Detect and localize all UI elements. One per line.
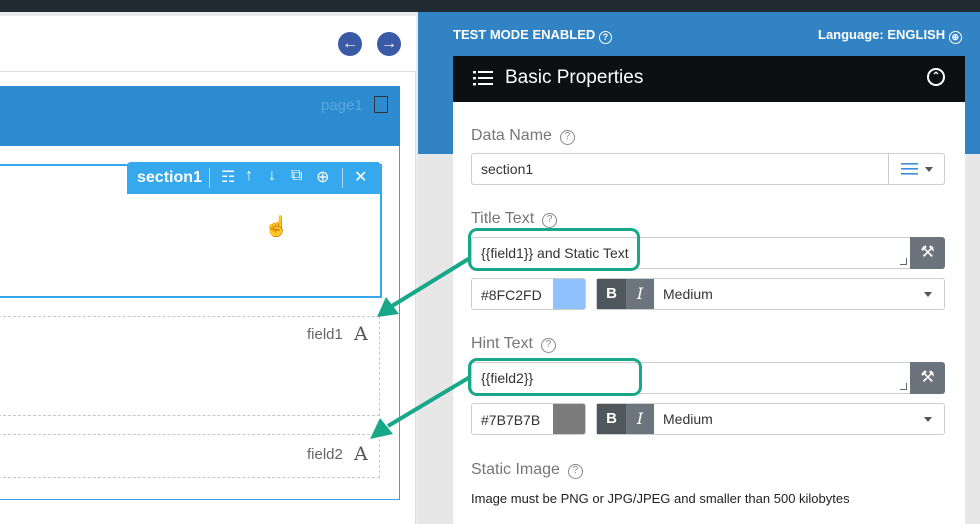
list-picker-icon[interactable] [901,162,918,176]
globe-icon[interactable]: ⊕ [948,31,962,44]
title-text-highlight [468,228,640,271]
move-up-icon[interactable]: ↑ [245,167,253,185]
data-name-label: Data Name? [471,127,575,145]
close-icon[interactable]: ✕ [354,167,367,187]
title-color-swatch[interactable] [553,279,585,309]
hint-style-group: B I Medium [596,403,945,435]
toolbar-divider [209,168,210,188]
hint-color-value: #7B7B7B [481,412,541,428]
static-image-label: Static Image? [471,461,583,479]
text-field-icon: A [354,443,368,465]
top-bar [0,0,980,12]
toolbar-divider [342,168,343,188]
help-icon[interactable]: ? [559,130,575,145]
help-icon[interactable]: ? [542,213,558,228]
input-divider [888,154,889,184]
test-mode-label: TEST MODE ENABLED [453,27,596,42]
resize-handle[interactable] [900,258,907,265]
data-name-input[interactable]: section1 [471,153,945,185]
italic-button[interactable]: I [626,404,654,434]
title-size-select[interactable]: Medium [663,286,713,302]
field-label: field1 [307,326,343,343]
title-text-label-text: Title Text [471,210,535,227]
hint-size-select[interactable]: Medium [663,411,713,427]
list-icon [473,71,493,86]
italic-button[interactable]: I [626,279,654,309]
resize-handle[interactable] [900,383,907,390]
panel-title: Basic Properties [505,67,644,88]
hand-cursor-icon: ☝ [264,216,289,238]
arrow-left-icon[interactable]: ← [338,32,362,56]
hint-text-label-text: Hint Text [471,335,533,352]
title-text-label: Title Text? [471,210,558,228]
help-icon[interactable]: ? [540,338,556,353]
add-comment-icon[interactable]: ⊕ [316,167,329,187]
chevron-up-icon[interactable]: ⌃ [927,68,945,86]
chevron-down-icon[interactable] [924,417,932,422]
arrow-right-icon[interactable]: → [377,32,401,56]
bold-button[interactable]: B [597,404,626,434]
properties-header[interactable]: Basic Properties ⌃ [453,56,965,102]
section-toolbar: section1 ☶ ↑ ↓ ⧉ ⊕ ✕ [127,162,381,194]
hierarchy-icon[interactable]: ☶ [221,167,235,187]
data-name-value: section1 [481,161,534,177]
hammer-icon[interactable]: ⚒ [910,237,945,269]
hint-color-swatch[interactable] [553,404,585,434]
help-icon[interactable]: ? [598,31,612,44]
field-label: field2 [307,446,343,463]
language-selector[interactable]: Language: ENGLISH ⊕ [818,27,962,44]
title-style-group: B I Medium [596,278,945,310]
text-field-icon: A [354,323,368,345]
chevron-down-icon[interactable] [924,292,932,297]
section-label: section1 [137,169,202,186]
static-image-label-text: Static Image [471,461,560,478]
duplicate-icon[interactable]: ⧉ [291,167,302,185]
language-label: Language: ENGLISH [818,27,946,42]
bold-button[interactable]: B [597,279,626,309]
help-icon[interactable]: ? [567,464,583,479]
move-down-icon[interactable]: ↓ [268,167,276,185]
canvas-nav-strip: ← → [0,16,416,72]
hint-text-highlight [468,358,642,396]
page-label: page1 [321,97,363,114]
chevron-down-icon[interactable] [925,167,933,172]
hammer-icon[interactable]: ⚒ [910,362,945,394]
data-name-label-text: Data Name [471,127,552,144]
hint-text-label: Hint Text? [471,335,556,353]
hint-color-input[interactable]: #7B7B7B [471,403,586,435]
properties-panel: Basic Properties ⌃ Data Name? section1 T… [453,56,965,524]
title-color-value: #8FC2FD [481,287,542,303]
title-color-input[interactable]: #8FC2FD [471,278,586,310]
test-mode-indicator[interactable]: TEST MODE ENABLED ? [453,27,612,44]
page-icon [374,96,388,113]
page-header[interactable] [0,86,400,146]
static-image-note: Image must be PNG or JPG/JPEG and smalle… [471,491,850,506]
